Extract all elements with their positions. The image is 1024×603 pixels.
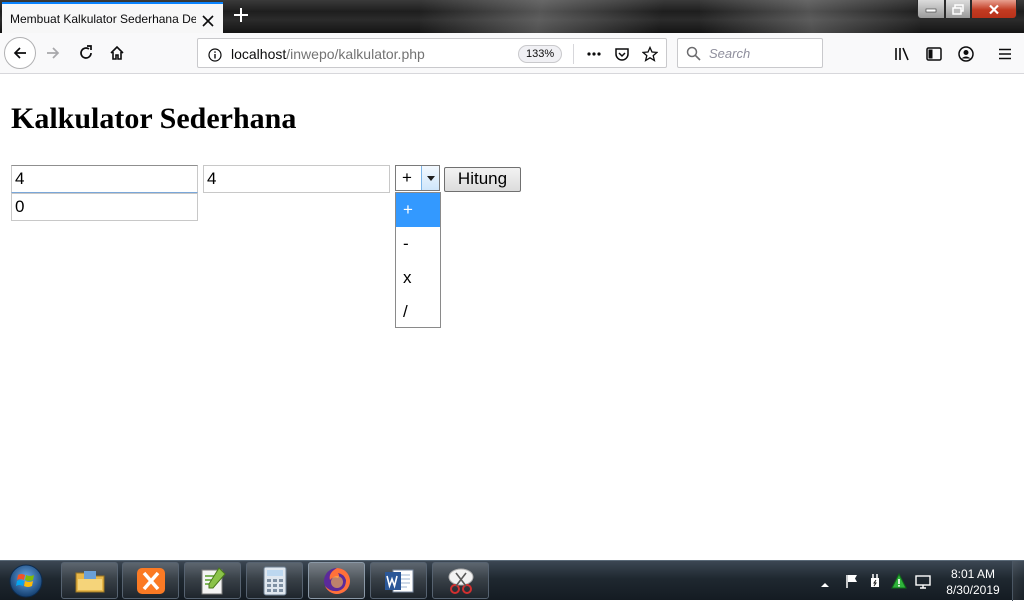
operator-selected-value: + xyxy=(402,168,412,187)
operator-option-divide[interactable]: / xyxy=(396,295,440,329)
reload-icon xyxy=(80,45,92,59)
firefox-icon xyxy=(323,567,350,594)
url-text: localhost/inwepo/kalkulator.php xyxy=(231,46,425,62)
back-button[interactable] xyxy=(4,37,36,69)
start-button[interactable] xyxy=(6,563,46,599)
sidebar-icon[interactable] xyxy=(925,45,943,63)
titlebar-glass xyxy=(420,0,720,33)
operator-select[interactable]: + xyxy=(395,165,440,191)
site-info-icon[interactable] xyxy=(208,47,222,62)
calculator-icon xyxy=(263,566,286,595)
system-clock[interactable]: 8:01 AM 8/30/2019 xyxy=(936,566,1010,598)
divider xyxy=(573,44,574,64)
close-icon xyxy=(989,4,999,14)
zoom-level-badge[interactable]: 133% xyxy=(518,45,563,63)
notepad-plus-plus-icon xyxy=(201,566,226,594)
first-number-input[interactable]: 4 xyxy=(11,165,198,193)
home-button[interactable] xyxy=(106,42,128,64)
bookmark-star-icon[interactable] xyxy=(641,45,659,62)
close-tab-icon[interactable] xyxy=(202,12,214,27)
page-title: Kalkulator Sederhana xyxy=(11,102,297,135)
taskbar-calculator[interactable] xyxy=(246,562,303,599)
operator-option-multiply[interactable]: x xyxy=(396,261,440,295)
display-icon[interactable] xyxy=(915,573,931,589)
page-content: Kalkulator Sederhana 4 4 0 + Hitung + - … xyxy=(0,75,1024,560)
reload-button[interactable] xyxy=(75,42,97,64)
show-hidden-icons-icon[interactable] xyxy=(820,575,836,591)
operator-dropdown-list: + - x / xyxy=(395,192,441,328)
taskbar-firefox[interactable] xyxy=(308,562,365,599)
folder-icon xyxy=(75,570,104,592)
url-path: /inwepo/kalkulator.php xyxy=(286,46,425,62)
operator-option-plus[interactable]: + xyxy=(396,193,440,227)
address-bar[interactable]: localhost/inwepo/kalkulator.php 133% xyxy=(197,38,667,68)
second-number-input[interactable]: 4 xyxy=(203,165,390,193)
restore-icon xyxy=(952,3,964,15)
navigation-toolbar: localhost/inwepo/kalkulator.php 133% Sea… xyxy=(0,33,1024,74)
action-center-flag-icon[interactable] xyxy=(844,573,860,589)
network-warning-icon[interactable] xyxy=(891,572,907,589)
tab-active[interactable]: Membuat Kalkulator Sederhana Dengan PHP xyxy=(2,2,223,33)
library-icon[interactable] xyxy=(893,45,911,63)
page-actions-icon[interactable] xyxy=(586,46,602,62)
hamburger-menu-icon[interactable] xyxy=(996,45,1014,63)
result-field[interactable]: 0 xyxy=(11,193,198,221)
windows-taskbar: 8:01 AM 8/30/2019 xyxy=(0,560,1024,601)
minimize-window-button[interactable] xyxy=(917,0,945,19)
forward-button[interactable] xyxy=(42,42,64,64)
pocket-icon[interactable] xyxy=(614,46,630,62)
search-bar[interactable]: Search xyxy=(677,38,823,68)
clock-time: 8:01 AM xyxy=(950,567,996,581)
hitung-button[interactable]: Hitung xyxy=(444,167,521,192)
search-placeholder: Search xyxy=(709,46,751,61)
word-icon xyxy=(384,569,413,592)
close-window-button[interactable] xyxy=(971,0,1017,19)
clock-date: 8/30/2019 xyxy=(946,583,1000,597)
windows-logo-icon xyxy=(9,564,43,598)
search-icon xyxy=(686,46,701,61)
window-title-bar: Membuat Kalkulator Sederhana Dengan PHP xyxy=(0,0,1024,33)
account-icon[interactable] xyxy=(957,45,975,63)
restore-window-button[interactable] xyxy=(945,0,971,19)
xampp-icon xyxy=(136,567,165,594)
chevron-down-icon[interactable] xyxy=(421,166,439,190)
back-arrow-icon xyxy=(13,47,26,59)
taskbar-notepad-plus-plus[interactable] xyxy=(184,562,241,599)
taskbar-snipping-tool[interactable] xyxy=(432,562,489,599)
taskbar-file-explorer[interactable] xyxy=(61,562,118,599)
titlebar-glass xyxy=(700,0,920,33)
operator-option-minus[interactable]: - xyxy=(396,227,440,261)
snipping-tool-icon xyxy=(448,568,473,594)
tab-title: Membuat Kalkulator Sederhana Dengan PHP xyxy=(10,11,196,26)
home-icon xyxy=(110,45,124,60)
show-desktop-button[interactable] xyxy=(1012,561,1024,601)
new-tab-icon[interactable] xyxy=(232,6,250,24)
taskbar-microsoft-word[interactable] xyxy=(370,562,427,599)
minimize-icon xyxy=(925,8,937,13)
power-plug-icon[interactable] xyxy=(867,573,883,589)
taskbar-xampp[interactable] xyxy=(122,562,179,599)
forward-arrow-icon xyxy=(47,47,60,59)
url-host: localhost xyxy=(231,46,287,62)
